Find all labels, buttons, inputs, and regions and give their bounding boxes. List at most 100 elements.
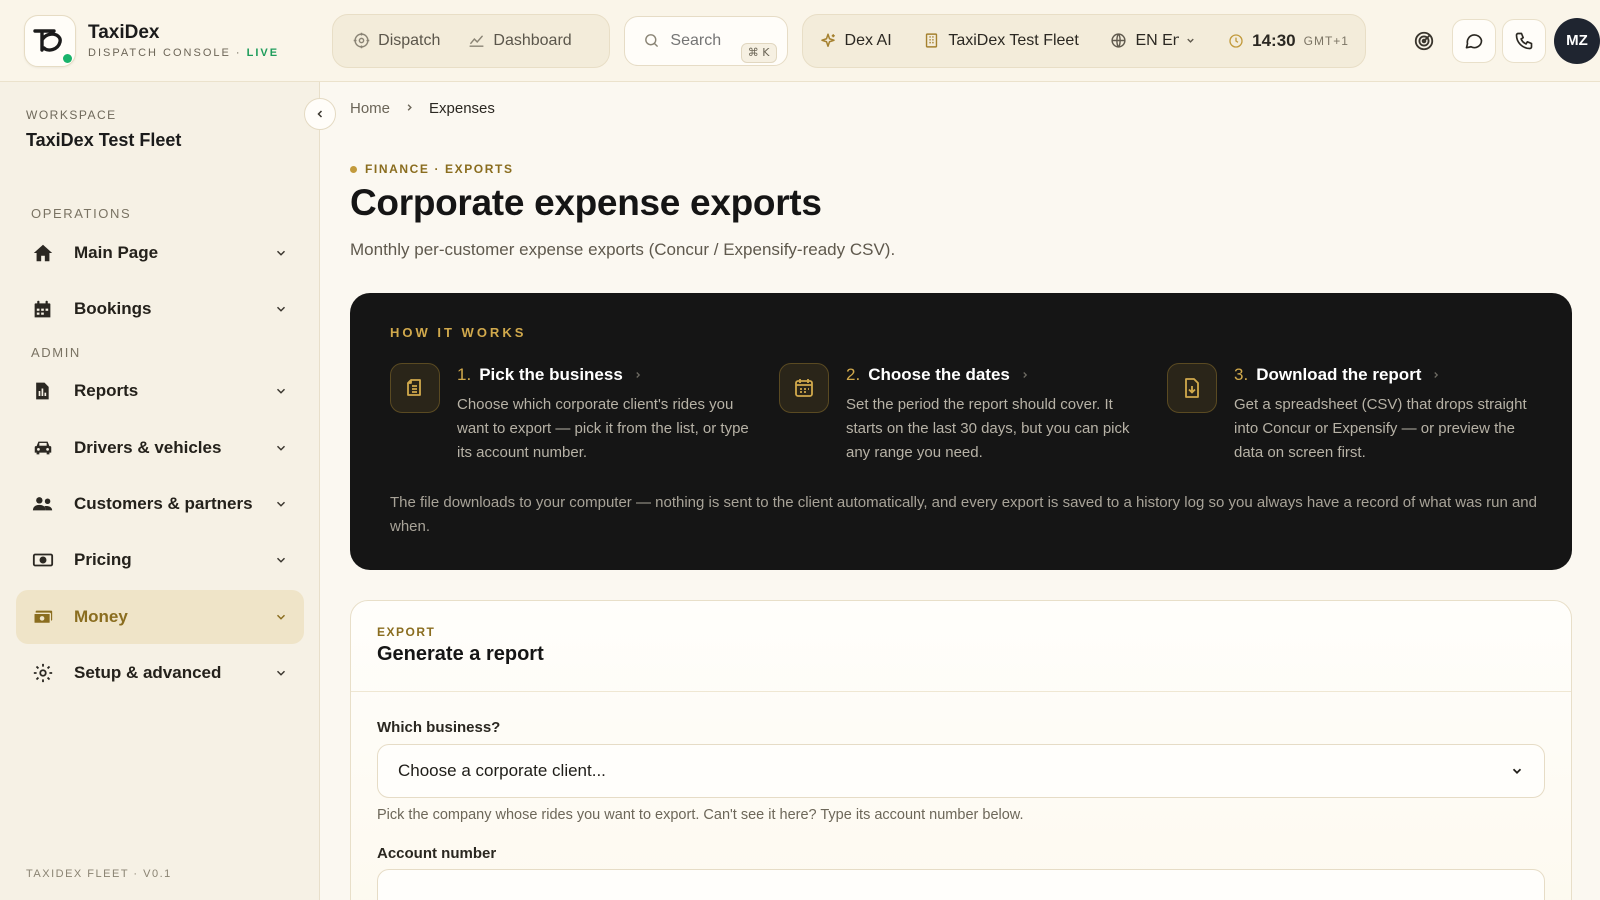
context-bar: Dex AI TaxiDex Test Fleet EN English 14:… [801,13,1366,68]
logo-status-dot [63,53,72,63]
chat-icon [1465,33,1483,49]
taxidex-logo [24,14,76,67]
business-field-label: Which business? [377,719,501,736]
phone-button[interactable] [1502,18,1546,63]
dex-ai-button[interactable]: Dex AI [819,32,892,50]
workspace-label: WORKSPACE [26,108,117,122]
business-select[interactable]: Choose a corporate client... [377,744,1545,798]
sidebar-item-bookings[interactable]: Bookings [16,282,304,336]
chevron-left-icon [317,110,323,118]
chart-line-icon [469,35,484,47]
chevron-down-icon [276,306,286,312]
export-eyebrow: EXPORT [377,625,436,639]
business-hint: Pick the company whose rides you want to… [377,807,1024,823]
chevron-down-icon [276,614,286,620]
phone-icon [1515,32,1533,49]
building-icon [926,33,938,48]
how-it-works-label: HOW IT WORKS [390,325,527,340]
search-shortcut: ⌘ K [740,42,777,63]
sidebar: WORKSPACE TaxiDex Test Fleet OPERATIONS … [0,82,320,900]
language-selector[interactable]: EN English [1110,32,1196,50]
sidebar-collapse-button[interactable] [304,98,336,130]
primary-nav: Dispatch Dashboard [332,13,611,68]
fleet-selector[interactable]: TaxiDex Test Fleet [923,32,1079,50]
workspace-name[interactable]: TaxiDex Test Fleet [26,130,181,151]
chevron-down-icon [276,250,286,256]
section-label-admin: ADMIN [31,345,81,360]
money-icon [32,606,58,628]
receipt-icon [390,363,440,413]
sidebar-footer: TAXIDEX FLEET · V0.1 [26,868,172,880]
sparkle-icon [820,33,835,47]
main-content: Home Expenses FINANCE · EXPORTS Corporat… [320,82,1600,900]
car-icon [32,437,58,459]
brand-name: TaxiDex [88,22,160,43]
account-number-input[interactable] [378,870,1544,900]
chevron-down-icon [276,388,286,394]
calendar-icon [32,299,58,320]
sidebar-item-reports[interactable]: Reports [16,364,304,418]
globe-icon [1111,33,1127,48]
breadcrumb-current: Expenses [429,100,495,117]
sidebar-item-customers-partners[interactable]: Customers & partners [16,477,304,531]
dashboard-button[interactable]: Dashboard [454,21,585,61]
radar-icon [1414,31,1434,50]
sidebar-item-main-page[interactable]: Main Page [16,226,304,280]
calendar-icon [779,363,829,413]
breadcrumb-home[interactable]: Home [350,100,390,117]
step-title: Choose the dates [868,365,1010,384]
clock-icon [1229,33,1243,48]
file-download-icon [1167,363,1217,413]
business-select-value: Choose a corporate client... [398,761,606,780]
cash-icon [32,549,58,571]
radar-button[interactable] [1402,19,1446,63]
chevron-down-icon [1512,768,1522,774]
chevron-right-icon [1020,367,1030,383]
dispatch-button[interactable]: Dispatch [339,21,454,61]
users-icon [32,493,58,515]
brand[interactable]: TaxiDex DISPATCH CONSOLE · LIVE [24,14,304,67]
page-description: Monthly per-customer expense exports (Co… [350,240,896,259]
page-eyebrow: FINANCE · EXPORTS [350,162,514,176]
account-number-label: Account number [377,845,497,862]
step-title: Download the report [1256,365,1422,384]
export-card: EXPORT Generate a report Which business?… [350,600,1572,900]
step-text: Choose which corporate client's rides yo… [457,396,749,461]
search-icon [645,34,659,47]
account-number-field[interactable] [377,869,1545,900]
section-label-operations: OPERATIONS [31,206,132,221]
chevron-right-icon [404,100,415,117]
step-text: Set the period the report should cover. … [846,396,1130,461]
breadcrumb: Home Expenses [350,100,495,117]
search-box[interactable]: ⌘ K [624,15,788,66]
messages-button[interactable] [1452,18,1496,63]
how-it-works-card: HOW IT WORKS 1. Pick the business Choose… [350,293,1572,570]
settings-icon [32,662,58,684]
user-avatar[interactable]: MZ [1554,17,1600,64]
document-icon [32,381,58,401]
step-text: Get a spreadsheet (CSV) that drops strai… [1234,396,1527,461]
sidebar-item-drivers-vehicles[interactable]: Drivers & vehicles [16,421,304,475]
dispatch-icon [353,32,370,49]
chevron-right-icon [633,367,643,383]
chevron-down-icon [276,501,286,507]
chevron-down-icon [276,670,286,676]
search-input[interactable] [670,31,723,50]
top-bar: TaxiDex DISPATCH CONSOLE · LIVE Dispatch… [0,0,1600,82]
divider [351,691,1571,692]
home-icon [32,242,58,264]
chevron-right-icon [1431,367,1441,383]
chevron-down-icon [1187,38,1195,43]
chevron-down-icon [276,445,286,451]
sidebar-item-money[interactable]: Money [16,590,304,644]
sidebar-item-setup-advanced[interactable]: Setup & advanced [16,646,304,700]
export-title: Generate a report [377,643,544,665]
brand-subtitle: DISPATCH CONSOLE · LIVE [88,47,280,59]
page-title: Corporate expense exports [350,182,822,223]
clock-display: 14:30 GMT+1 [1228,31,1349,51]
how-it-works-footnote: The file downloads to your computer — no… [390,494,1537,535]
live-badge: LIVE [246,47,280,59]
sidebar-item-pricing[interactable]: Pricing [16,533,304,587]
chevron-down-icon [276,557,286,563]
step-title: Pick the business [479,365,623,384]
